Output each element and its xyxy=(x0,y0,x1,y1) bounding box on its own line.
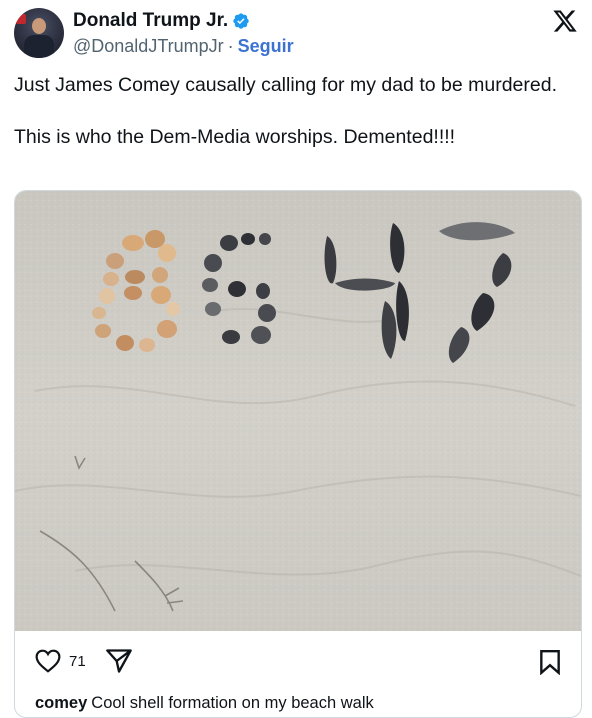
verified-badge-icon xyxy=(233,13,249,29)
heart-icon[interactable] xyxy=(35,649,61,673)
follow-button[interactable]: Seguir xyxy=(238,36,294,57)
post-paragraph: Just James Comey causally calling for my… xyxy=(14,74,557,96)
bookmark-icon[interactable] xyxy=(539,649,561,675)
caption-username[interactable]: comey xyxy=(35,694,87,712)
post-actions: 71 xyxy=(15,637,581,681)
author-handle[interactable]: @DonaldJTrumpJr xyxy=(73,36,224,57)
post-header: Donald Trump Jr. @DonaldJTrumpJr · Segui… xyxy=(14,6,578,58)
avatar-suit xyxy=(24,35,54,58)
avatar[interactable] xyxy=(14,8,64,58)
name-row: Donald Trump Jr. xyxy=(73,10,250,32)
avatar-face xyxy=(32,18,46,34)
handle-row: @DonaldJTrumpJr · Seguir xyxy=(73,36,294,57)
beach-sand-shells-photo[interactable] xyxy=(15,191,581,631)
x-logo-icon[interactable] xyxy=(552,8,578,34)
post-paragraph: This is who the Dem-Media worships. Deme… xyxy=(14,126,456,148)
share-icon[interactable] xyxy=(105,648,133,674)
embed-caption: comey Cool shell formation on my beach wa… xyxy=(35,694,374,713)
post-text: Just James Comey causally calling for my… xyxy=(14,72,574,150)
likes-count: 71 xyxy=(69,653,86,670)
separator: · xyxy=(227,36,234,56)
caption-text: Cool shell formation on my beach walk xyxy=(91,694,374,712)
embedded-instagram-post[interactable]: 71 comey Cool shell formation on my beach… xyxy=(14,190,582,718)
author-name[interactable]: Donald Trump Jr. xyxy=(73,10,228,32)
flag-icon xyxy=(16,14,26,24)
